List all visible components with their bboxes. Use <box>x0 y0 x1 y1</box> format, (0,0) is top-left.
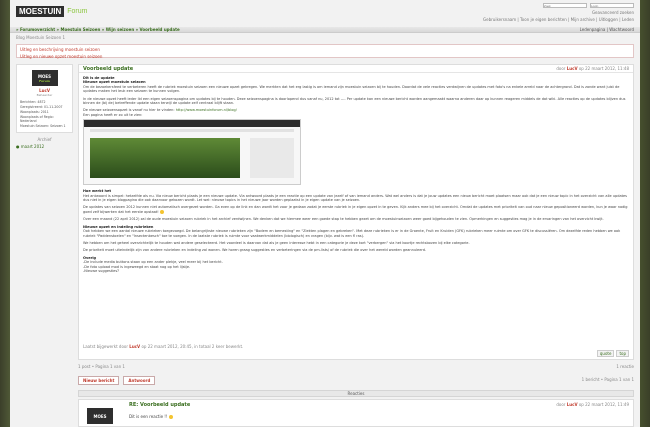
post-meta: door LucV op 22 maart 2012, 11:48 <box>556 66 629 71</box>
action-buttons: Nieuw bericht Antwoord <box>78 376 156 385</box>
avatar-subtext: Forum <box>39 78 50 83</box>
reply-text: Dit is een reactie !! <box>129 414 168 419</box>
blog-link[interactable]: http://www.moestuinforum.nl/blog/ <box>176 108 237 112</box>
post-header: Voorbeeld update door LucV op 22 maart 2… <box>79 65 633 73</box>
notice-box: Uitleg en beschrijving moestuin seizoen … <box>16 44 634 59</box>
new-post-button[interactable]: Nieuw bericht <box>78 376 120 385</box>
paragraph: Een pagina heeft er zo uit te zien: <box>83 112 143 117</box>
meta-prefix: door <box>556 402 566 407</box>
archive-item[interactable]: ● maart 2012 <box>16 144 73 149</box>
archive-title: Archief <box>37 137 52 142</box>
blog-post: Voorbeeld update door LucV op 22 maart 2… <box>78 64 634 360</box>
edit-author[interactable]: LucV <box>129 344 140 349</box>
sidebar: MOES Forum LucV Beheerder Berichten: 487… <box>16 64 73 149</box>
post-author[interactable]: LucV <box>567 66 578 71</box>
reply-title[interactable]: RE: Voorbeeld update <box>129 402 190 408</box>
stat-line: Geregistreerd: 01-11-2007 <box>20 105 63 109</box>
meta-prefix: door <box>556 66 566 71</box>
reply-author[interactable]: LucV <box>567 402 578 407</box>
logo-forum: Forum <box>67 8 88 15</box>
reply-date: op 22 maart 2012, 11:49 <box>578 402 629 407</box>
page: MOESTUIN Forum Geavanceerd zoeken Gebrui… <box>10 0 640 427</box>
reply-count: 1 reactie <box>616 364 634 369</box>
stat-line: Woonplaats of Regio: Nederland <box>20 115 54 123</box>
reply-post: MOES RE: Voorbeeld update door LucV op 2… <box>78 399 634 427</box>
reply-meta: door LucV op 22 maart 2012, 11:49 <box>556 402 629 408</box>
reacties-header: Reacties <box>78 390 634 397</box>
reply-header: RE: Voorbeeld update door LucV op 22 maa… <box>129 402 629 408</box>
blog-crumb[interactable]: Blog Moestuin Seizoen 1 <box>16 35 65 40</box>
stat-line: Berichten: 4872 <box>20 100 46 104</box>
paragraph: In de nieuwe opzet heeft ieder lid een e… <box>83 96 626 106</box>
pagination-row: 1 post • Pagina 1 van 1 1 reactie <box>78 364 634 369</box>
paragraph: Het antwoord is simpel: hetzelfde als nu… <box>83 193 627 203</box>
navbar-right-links[interactable]: Ledenpagina | Wachtwoord <box>580 27 634 32</box>
paragraph-text: De nieuwe seizoensopzet is vanaf nu hier… <box>83 108 175 113</box>
top-button[interactable]: top <box>616 350 629 357</box>
paragraph-text: De updates van seizoen 2012 kunnen niet … <box>83 205 628 214</box>
login-input[interactable] <box>590 3 634 8</box>
paragraph: Ook hebben we een aantal nieuwe rubrieke… <box>83 229 621 238</box>
user-card: MOES Forum LucV Beheerder Berichten: 487… <box>16 64 73 133</box>
stat-line: Woonplaats: 2011 <box>20 110 49 114</box>
breadcrumb[interactable]: » Forumoverzicht » Moestuin Seizoen » Wi… <box>16 27 180 32</box>
quote-button[interactable]: quote <box>596 350 615 357</box>
user-stats: Berichten: 4872 Geregistreerd: 01-11-200… <box>20 100 69 128</box>
paragraph: Over een maand (22 april 2012) zal de ou… <box>83 217 604 222</box>
user-title: Beheerder <box>36 93 53 97</box>
site-logo[interactable]: MOESTUIN Forum <box>16 6 87 17</box>
archive-item-label: maart 2012 <box>20 144 45 149</box>
list-item: -Nieuwe suggesties? <box>83 268 119 273</box>
notice-link-2[interactable]: Uitleg en nieuwe opzet moestuin seizoen <box>20 54 630 59</box>
smiley-icon <box>168 415 173 419</box>
search-input[interactable] <box>543 3 587 8</box>
edit-note-prefix: Laatst bijgewerkt door <box>83 344 128 349</box>
post-title[interactable]: Voorbeeld update <box>83 66 133 72</box>
notice-link-1[interactable]: Uitleg en beschrijving moestuin seizoen <box>20 47 630 52</box>
user-links[interactable]: Gebruikersnaam | Toon je eigen berichten… <box>483 17 634 22</box>
pagination-info-2: 1 bericht • Pagina 1 van 1 <box>581 377 634 382</box>
archive: Archief ● maart 2012 <box>16 137 73 149</box>
edit-note: Laatst bijgewerkt door LucV op 22 maart … <box>83 344 243 349</box>
header: MOESTUIN Forum Geavanceerd zoeken Gebrui… <box>10 0 640 27</box>
navbar: » Forumoverzicht » Moestuin Seizoen » Wi… <box>10 27 640 33</box>
screenshot-image[interactable] <box>83 119 301 186</box>
logo-brand: MOESTUIN <box>16 6 65 17</box>
post-body: Dit is de update Nieuwe opzet moestuin s… <box>79 73 633 276</box>
avatar[interactable]: MOES Forum <box>31 70 58 86</box>
pagination-info: 1 post • Pagina 1 van 1 <box>78 364 125 369</box>
reply-body: Dit is een reactie !! <box>129 414 173 419</box>
smiley-icon <box>159 209 164 214</box>
paragraph: Om de bezoekersfeed te verbeteren heeft … <box>83 84 620 94</box>
stat-line: Moestuin Seizoen: Seizoen 1 <box>20 124 66 128</box>
edit-date: op 22 maart 2012, 20:45, in totaal 2 kee… <box>141 344 244 349</box>
post-actions: quote top <box>596 350 629 357</box>
avatar[interactable]: MOES <box>87 408 113 424</box>
post-date: op 22 maart 2012, 11:48 <box>578 66 629 71</box>
advanced-search-link[interactable]: Geavanceerd zoeken <box>483 10 634 15</box>
reply-button[interactable]: Antwoord <box>123 376 156 385</box>
paragraph: De updates van seizoen 2012 kunnen niet … <box>83 205 629 214</box>
header-user-panel: Geavanceerd zoeken Gebruikersnaam | Toon… <box>483 3 634 23</box>
